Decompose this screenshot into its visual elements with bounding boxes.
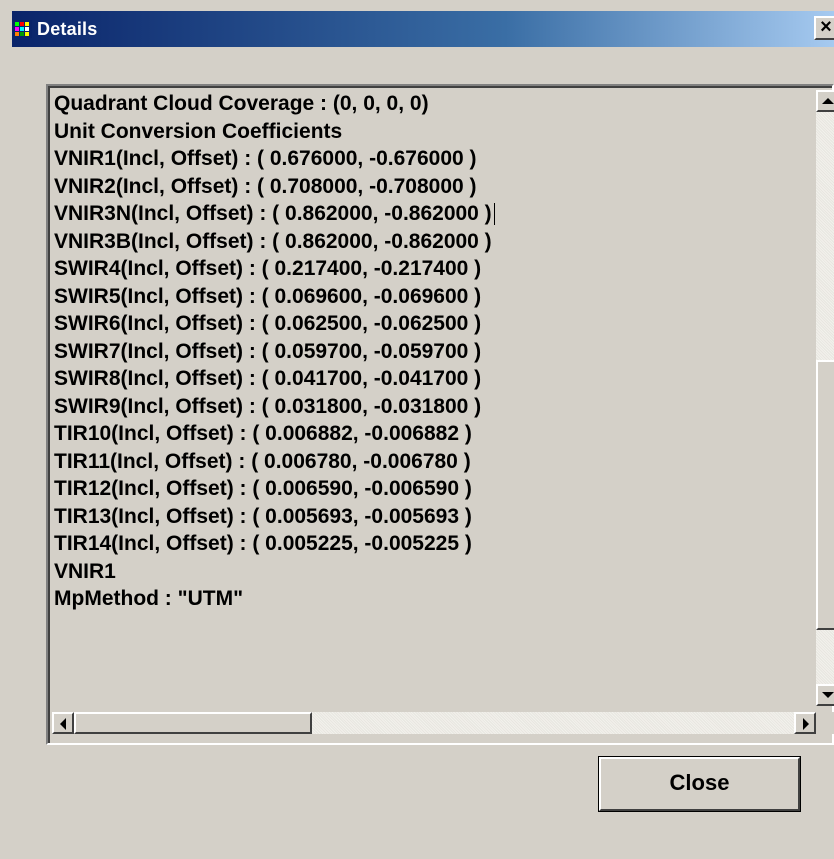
dialog-title: Details bbox=[37, 19, 98, 39]
text-line: TIR10(Incl, Offset) : ( 0.006882, -0.006… bbox=[54, 422, 472, 445]
arrow-right-icon bbox=[803, 718, 809, 730]
text-line: SWIR7(Incl, Offset) : ( 0.059700, -0.059… bbox=[54, 339, 482, 363]
details-text-area[interactable]: Quadrant Cloud Coverage : (0, 0, 0, 0) U… bbox=[46, 84, 834, 745]
details-dialog: Details × Quadrant Cloud Coverage : (0, … bbox=[0, 0, 834, 859]
text-line: SWIR9(Incl, Offset) : ( 0.031800, -0.031… bbox=[54, 394, 482, 418]
scroll-right-button[interactable] bbox=[794, 712, 816, 734]
close-button[interactable]: Close bbox=[598, 756, 801, 812]
text-line: MpMethod : "UTM" bbox=[54, 587, 244, 610]
text-line: Unit Conversion Coefficients bbox=[54, 119, 343, 143]
details-text-area-inner: Quadrant Cloud Coverage : (0, 0, 0, 0) U… bbox=[48, 86, 834, 743]
scrollbar-corner bbox=[816, 712, 834, 734]
arrow-up-icon bbox=[822, 98, 834, 104]
vertical-scroll-thumb[interactable] bbox=[816, 360, 834, 630]
scroll-up-button[interactable] bbox=[816, 90, 834, 112]
app-icon bbox=[14, 20, 32, 38]
text-caret bbox=[493, 203, 495, 226]
text-line: TIR12(Incl, Offset) : ( 0.006590, -0.006… bbox=[54, 477, 472, 500]
text-line: TIR14(Incl, Offset) : ( 0.005225, -0.005… bbox=[54, 532, 472, 555]
text-line: SWIR5(Incl, Offset) : ( 0.069600, -0.069… bbox=[54, 284, 482, 308]
scroll-left-button[interactable] bbox=[52, 712, 74, 734]
text-line: TIR13(Incl, Offset) : ( 0.005693, -0.005… bbox=[54, 504, 472, 528]
arrow-left-icon bbox=[60, 718, 66, 730]
text-line: VNIR1(Incl, Offset) : ( 0.676000, -0.676… bbox=[54, 147, 477, 170]
text-line: SWIR8(Incl, Offset) : ( 0.041700, -0.041… bbox=[54, 367, 482, 390]
vertical-scrollbar[interactable] bbox=[816, 90, 834, 706]
text-line: TIR11(Incl, Offset) : ( 0.006780, -0.006… bbox=[54, 449, 471, 473]
text-line: Quadrant Cloud Coverage : (0, 0, 0, 0) bbox=[54, 92, 429, 115]
close-window-button[interactable]: × bbox=[814, 16, 834, 40]
horizontal-scroll-thumb[interactable] bbox=[74, 712, 312, 734]
close-icon: × bbox=[820, 16, 832, 38]
text-line: SWIR6(Incl, Offset) : ( 0.062500, -0.062… bbox=[54, 312, 482, 335]
details-text-lines[interactable]: Quadrant Cloud Coverage : (0, 0, 0, 0) U… bbox=[54, 90, 794, 706]
arrow-down-icon bbox=[822, 692, 834, 698]
text-line: VNIR2(Incl, Offset) : ( 0.708000, -0.708… bbox=[54, 174, 477, 198]
text-line: VNIR3N(Incl, Offset) : ( 0.862000, -0.86… bbox=[54, 202, 492, 225]
horizontal-scrollbar[interactable] bbox=[52, 712, 816, 734]
text-line: VNIR3B(Incl, Offset) : ( 0.862000, -0.86… bbox=[54, 229, 492, 253]
text-line: VNIR1 bbox=[54, 559, 116, 583]
title-bar[interactable]: Details × bbox=[12, 11, 834, 47]
text-line: SWIR4(Incl, Offset) : ( 0.217400, -0.217… bbox=[54, 257, 482, 280]
text-line-with-caret: VNIR3N(Incl, Offset) : ( 0.862000, -0.86… bbox=[54, 200, 794, 228]
scroll-down-button[interactable] bbox=[816, 684, 834, 706]
